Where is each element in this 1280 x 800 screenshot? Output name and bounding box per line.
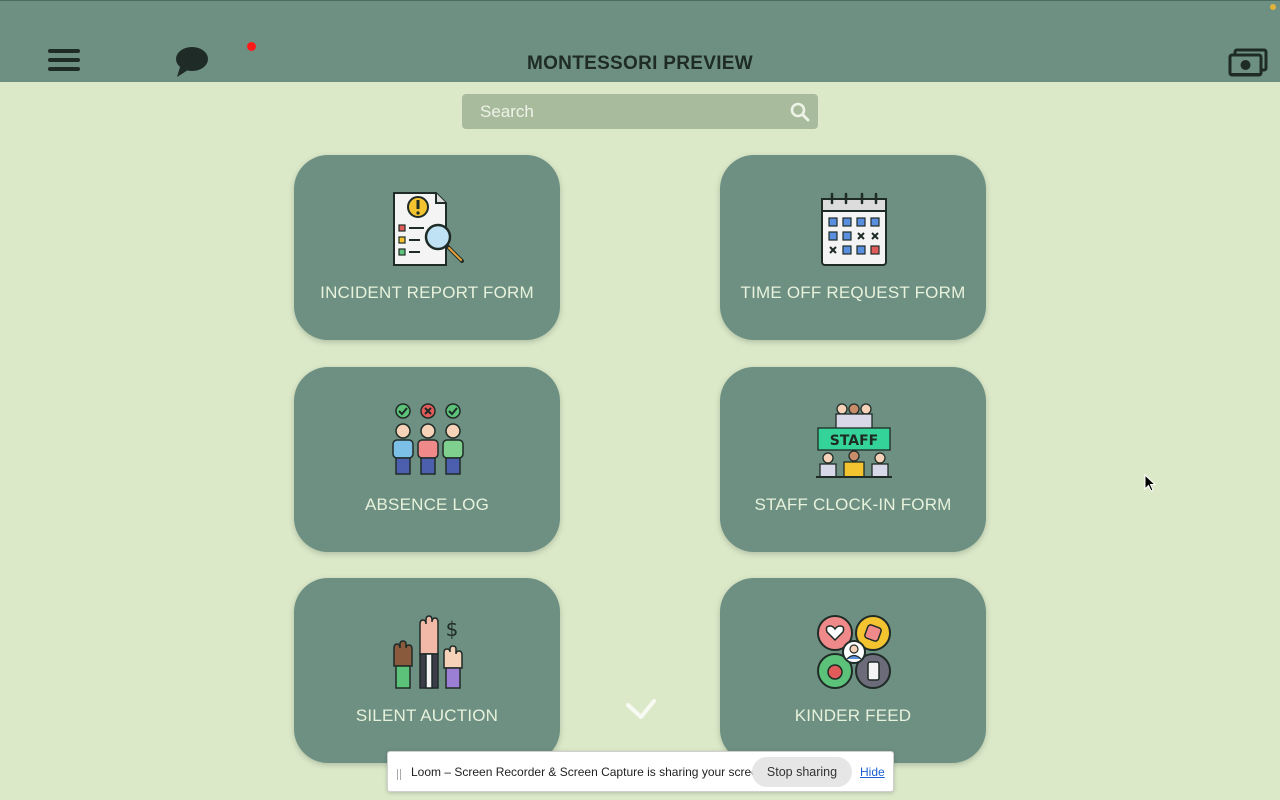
calendar-icon	[821, 192, 887, 266]
social-feed-icon	[817, 615, 891, 689]
drag-handle-icon[interactable]	[397, 767, 403, 780]
svg-text:STAFF: STAFF	[830, 433, 879, 449]
screen-share-banner: Loom – Screen Recorder & Screen Capture …	[387, 751, 894, 792]
page-title: MONTESSORI PREVIEW	[526, 53, 754, 74]
search-bar	[462, 94, 818, 129]
absence-log-card[interactable]: ABSENCE LOG	[294, 367, 560, 552]
stop-sharing-button[interactable]: Stop sharing	[752, 757, 852, 787]
card-label: STAFF CLOCK-IN FORM	[754, 495, 952, 514]
mouse-cursor-icon	[1144, 474, 1156, 492]
silent-auction-card[interactable]: $ SILENT AUCTION	[294, 578, 560, 763]
status-dot	[1270, 4, 1276, 10]
time-off-request-form-card[interactable]: TIME OFF REQUEST FORM	[720, 155, 986, 340]
search-input[interactable]	[462, 94, 782, 129]
top-bar: MONTESSORI PREVIEW	[0, 0, 1280, 82]
raised-hands-bid-icon: $	[393, 615, 463, 689]
screen-share-message: Loom – Screen Recorder & Screen Capture …	[411, 765, 768, 779]
svg-text:$: $	[446, 617, 459, 641]
chevron-down-icon[interactable]	[624, 697, 658, 721]
card-label: SILENT AUCTION	[355, 706, 499, 725]
card-label: TIME OFF REQUEST FORM	[740, 283, 966, 302]
incident-report-icon	[393, 192, 464, 266]
search-icon[interactable]	[790, 102, 810, 122]
card-label: INCIDENT REPORT FORM	[320, 283, 534, 302]
incident-report-form-card[interactable]: INCIDENT REPORT FORM	[294, 155, 560, 340]
kinder-feed-card[interactable]: KINDER FEED	[720, 578, 986, 763]
hide-link[interactable]: Hide	[860, 765, 885, 779]
notification-dot	[247, 42, 256, 51]
staff-clock-in-form-card[interactable]: STAFF STAFF CLOCK-IN FORM	[720, 367, 986, 552]
staff-group-icon: STAFF	[816, 403, 892, 478]
card-label: ABSENCE LOG	[364, 495, 490, 514]
card-label: KINDER FEED	[794, 706, 912, 725]
attendance-people-icon	[392, 403, 464, 475]
money-stack-icon[interactable]	[1228, 47, 1268, 79]
